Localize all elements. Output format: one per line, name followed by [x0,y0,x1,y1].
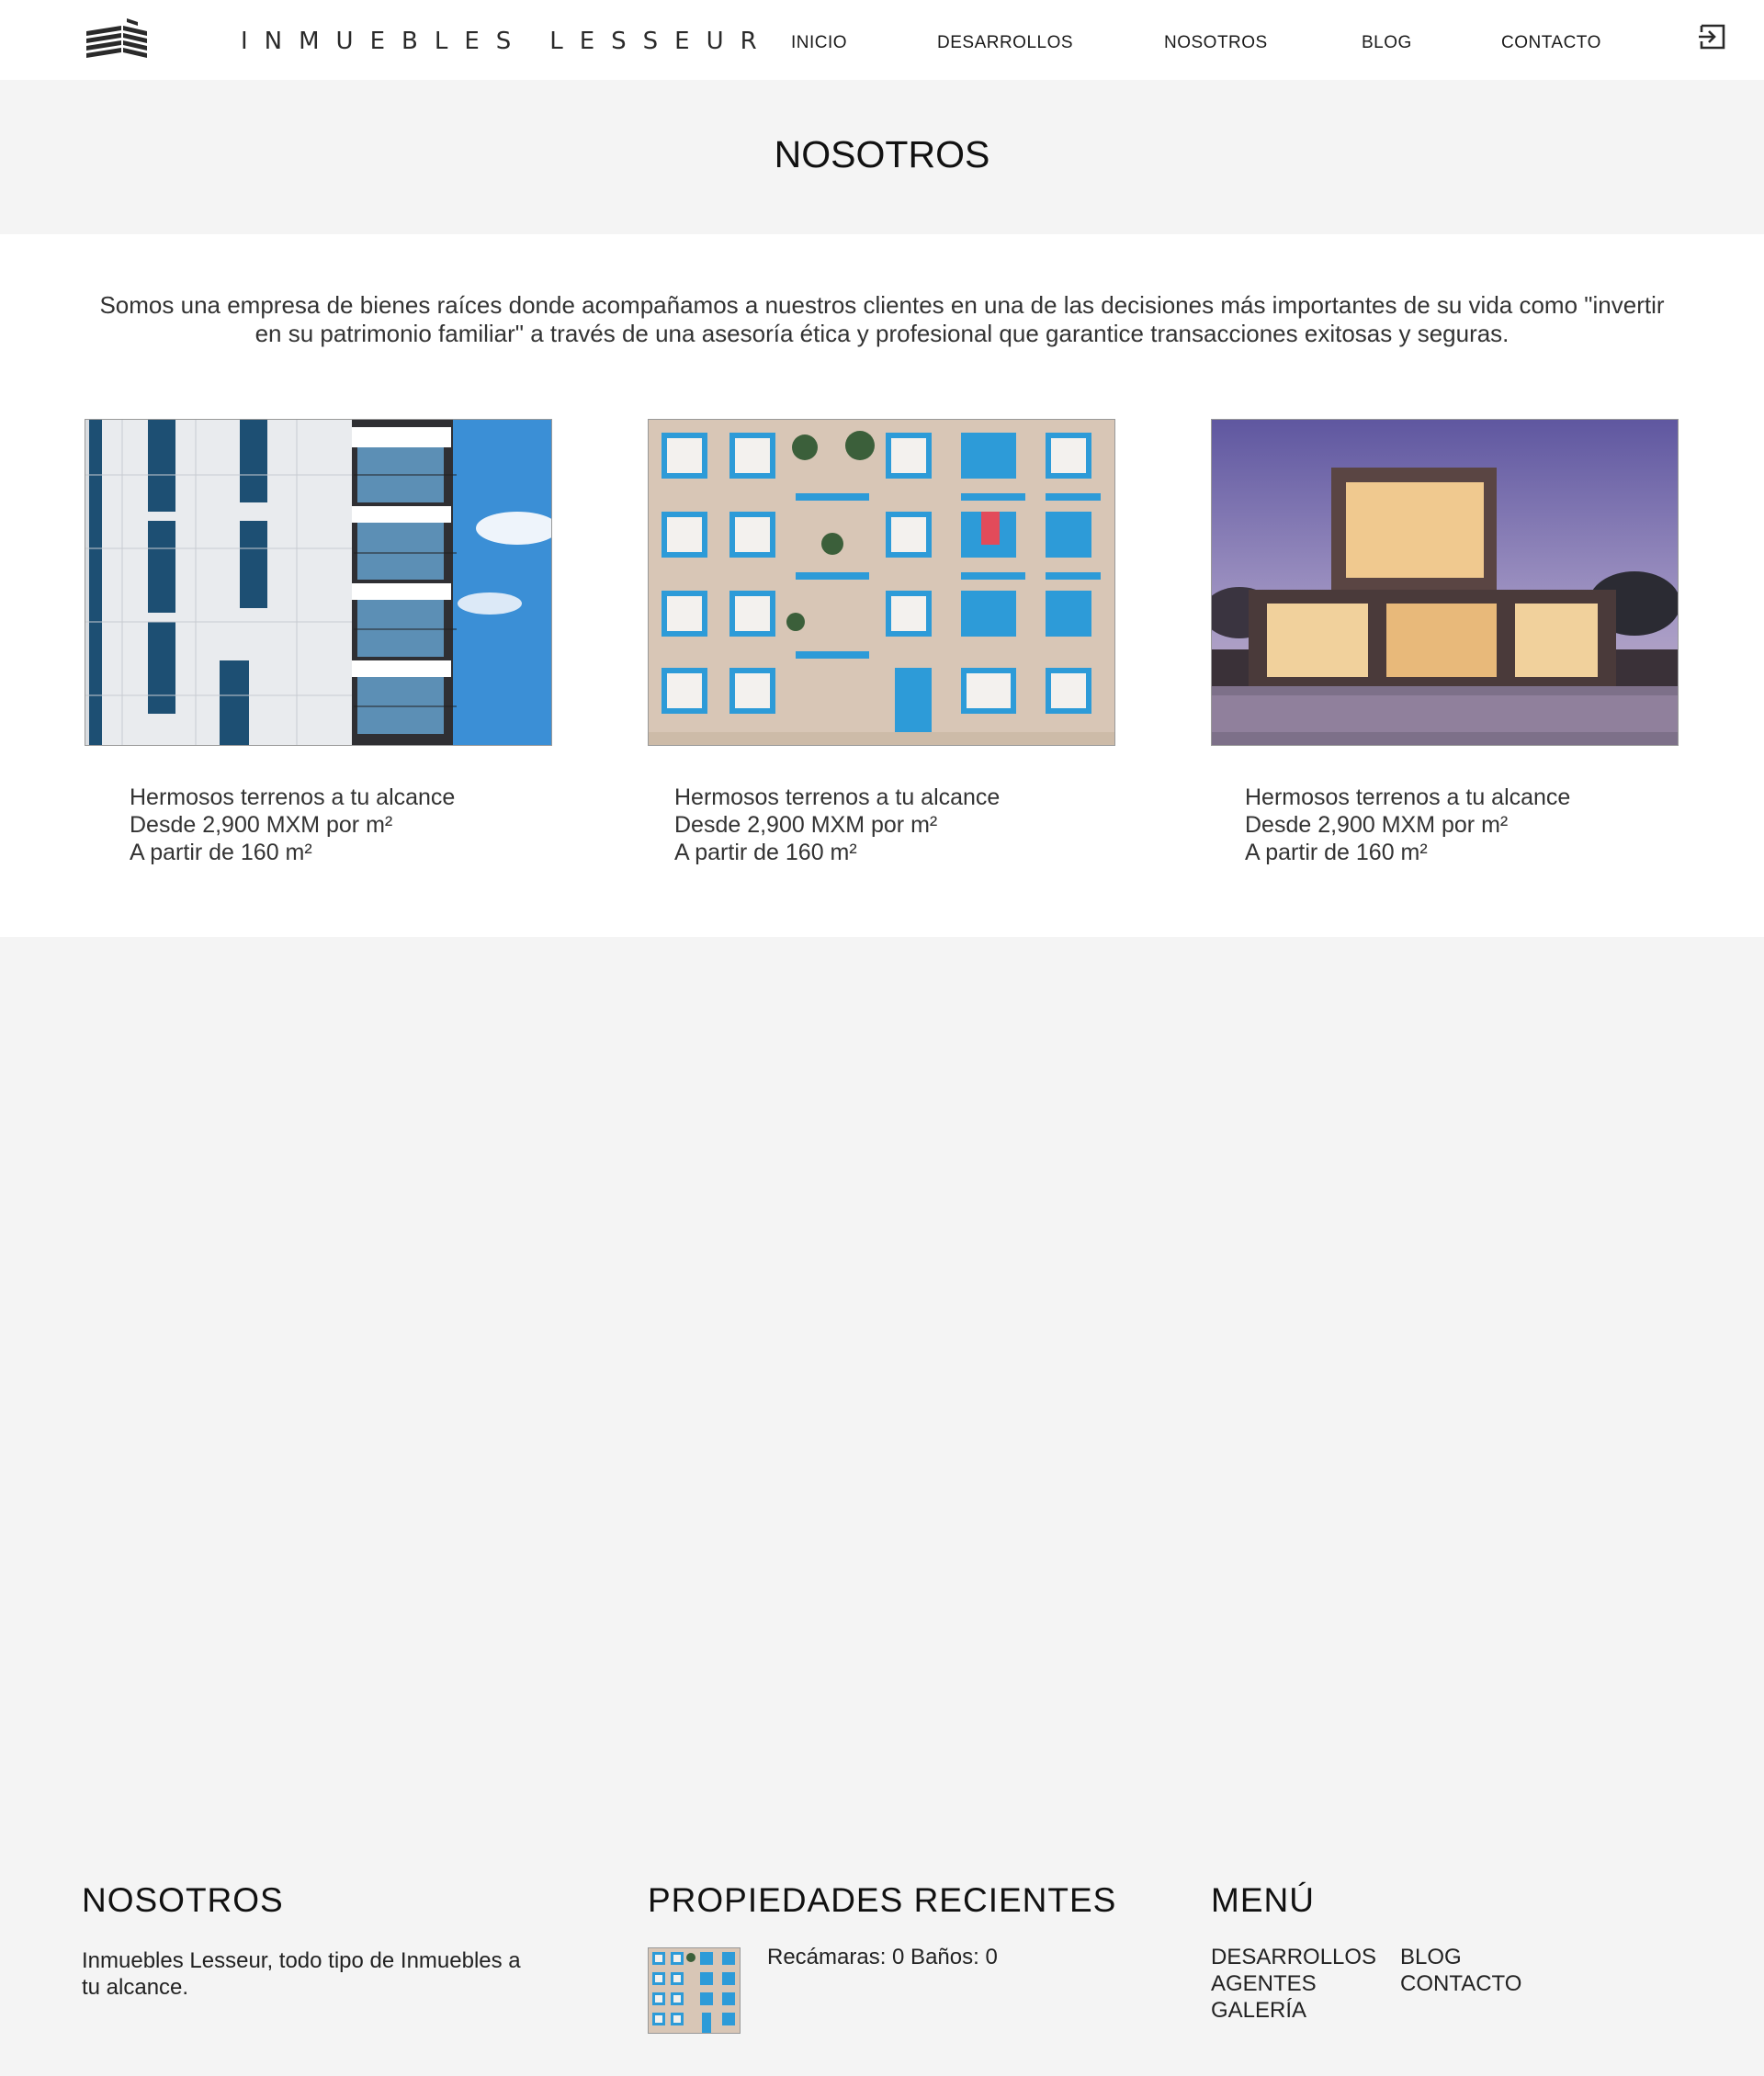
card-1-line-1: Hermosos terrenos a tu alcance [130,784,456,810]
card-image-3[interactable] [1211,419,1679,746]
recent-property-details[interactable]: Recámaras: 0 Baños: 0 [767,1945,998,1970]
footer-menu-heading: MENÚ [1211,1881,1315,1919]
card-2-line-1: Hermosos terrenos a tu alcance [674,784,1001,810]
footer-link-desarrollos[interactable]: DESARROLLOS [1211,1944,1376,1970]
card-3-line-3: A partir de 160 m² [1245,840,1428,865]
nav-desarrollos[interactable]: DESARROLLOS [937,33,1073,53]
footer-recent-heading: PROPIEDADES RECIENTES [648,1881,1117,1919]
footer-menu-col-1: DESARROLLOS AGENTES GALERÍA [1211,1944,1376,2024]
main-nav: INICIO DESARROLLOS NOSOTROS BLOG CONTACT… [0,33,1764,55]
recent-property-image [649,1948,740,2033]
nav-blog[interactable]: BLOG [1362,33,1412,53]
nav-inicio[interactable]: INICIO [791,33,847,53]
card-1-line-3: A partir de 160 m² [130,840,312,865]
footer-link-galeria[interactable]: GALERÍA [1211,1997,1376,2024]
house-photo-3 [1212,420,1678,745]
login-icon[interactable] [1698,24,1727,50]
card-text-1: Hermosos terrenos a tu alcance Desde 2,9… [130,784,455,866]
building-photo-1 [85,420,551,745]
card-image-1[interactable] [85,419,552,746]
card-image-2[interactable] [648,419,1115,746]
card-1-line-2: Desde 2,900 MXM por m² [130,812,393,838]
page-title: NOSOTROS [774,133,990,175]
nav-contacto[interactable]: CONTACTO [1501,33,1601,53]
footer-link-contacto[interactable]: CONTACTO [1400,1970,1521,1997]
footer-link-blog[interactable]: BLOG [1400,1944,1521,1970]
card-3-line-1: Hermosos terrenos a tu alcance [1245,784,1571,810]
building-photo-2 [649,420,1114,745]
card-3-line-2: Desde 2,900 MXM por m² [1245,812,1509,838]
card-text-3: Hermosos terrenos a tu alcance Desde 2,9… [1245,784,1570,866]
page-title-band: NOSOTROS [0,80,1764,234]
card-2-line-3: A partir de 160 m² [674,840,857,865]
card-2-line-2: Desde 2,900 MXM por m² [674,812,938,838]
footer-menu-col-2: BLOG CONTACTO [1400,1944,1521,1997]
recent-property-thumbnail[interactable] [648,1947,741,2034]
footer-link-agentes[interactable]: AGENTES [1211,1970,1376,1997]
intro-text: Somos una empresa de bienes raíces donde… [99,291,1665,347]
site-header: INMUEBLES LESSEUR INICIO DESARROLLOS NOSO… [0,0,1764,80]
nav-nosotros[interactable]: NOSOTROS [1164,33,1268,53]
footer-about-text: Inmuebles Lesseur, todo tipo de Inmueble… [82,1948,521,2000]
card-text-2: Hermosos terrenos a tu alcance Desde 2,9… [674,784,1000,866]
footer-about-heading: NOSOTROS [82,1881,284,1919]
about-content: Somos una empresa de bienes raíces donde… [0,234,1764,937]
